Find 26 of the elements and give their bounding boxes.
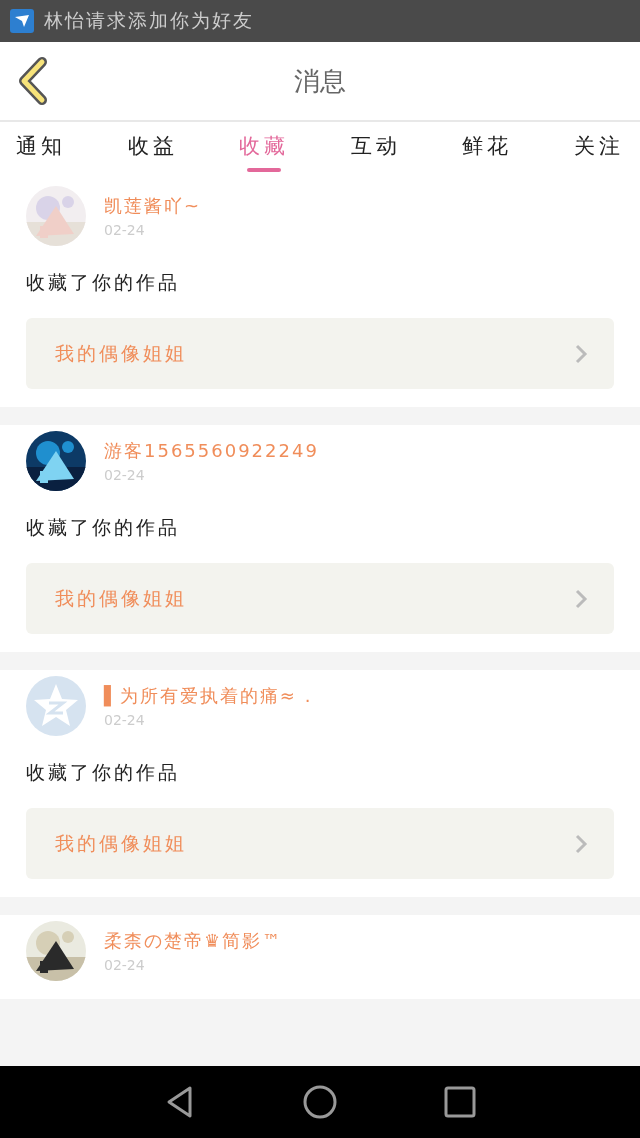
home-icon[interactable] [303, 1085, 337, 1119]
recent-apps-icon[interactable] [443, 1085, 477, 1119]
tab[interactable]: 互动 [346, 122, 405, 178]
message-text: 收藏了你的作品 [26, 760, 181, 785]
tab[interactable]: 收藏 [235, 122, 294, 178]
user-name[interactable]: ▌为所有爱执着的痛≈ . [104, 684, 313, 708]
back-icon[interactable] [16, 57, 50, 105]
notification-text: 林怡请求添加你为好友 [44, 8, 254, 33]
tab[interactable]: 收益 [123, 122, 182, 178]
chevron-right-icon [574, 832, 588, 855]
default-avatar-icon [26, 676, 86, 736]
app-icon [10, 9, 34, 33]
tab[interactable]: 鲜花 [458, 122, 517, 178]
user-name[interactable]: 凯莲酱吖~ [104, 194, 202, 218]
chevron-right-icon [574, 587, 588, 610]
user-name[interactable]: 柔柰の楚帝♛简影™ [104, 929, 283, 953]
chevron-right-icon [574, 342, 588, 365]
user-name[interactable]: 游客1565560922249 [104, 439, 319, 463]
tab[interactable]: 通知 [12, 122, 70, 178]
message-text: 收藏了你的作品 [26, 515, 181, 540]
page-title: 消息 [294, 64, 346, 98]
work-link[interactable]: 我的偶像姐姐 [26, 563, 614, 634]
work-link[interactable]: 我的偶像姐姐 [26, 318, 614, 389]
message-text: 收藏了你的作品 [26, 270, 181, 295]
tab[interactable]: 关注 [569, 122, 628, 178]
work-link[interactable]: 我的偶像姐姐 [26, 808, 614, 879]
